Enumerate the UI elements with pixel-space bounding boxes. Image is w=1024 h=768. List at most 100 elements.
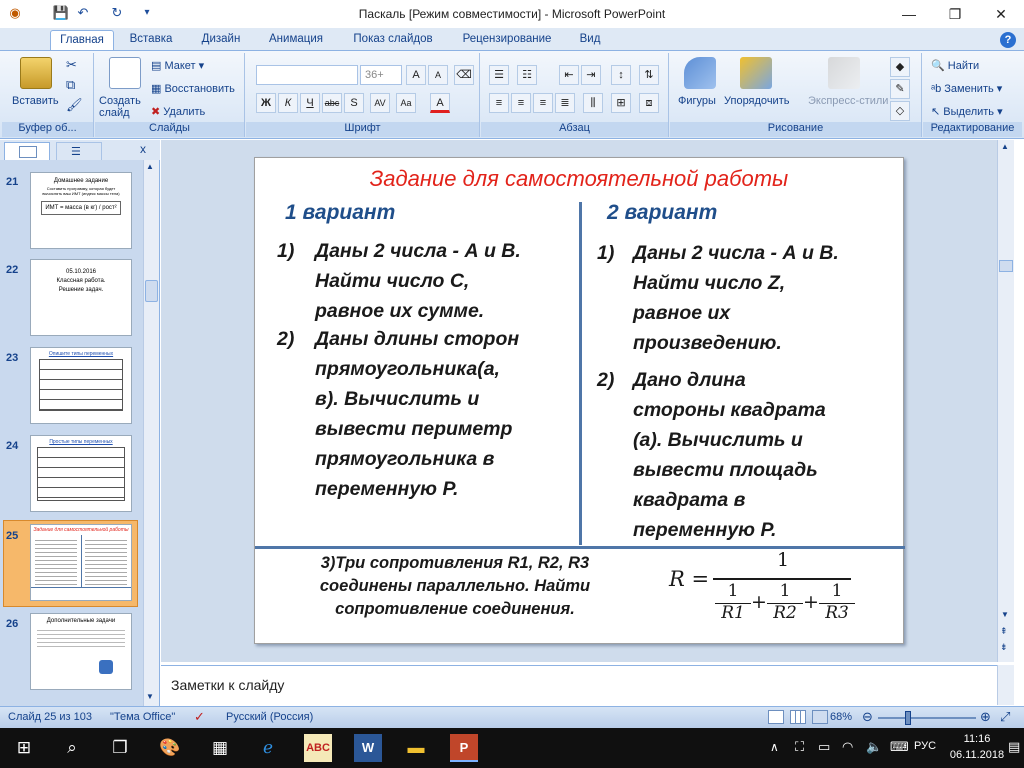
- notifications-icon[interactable]: ▤: [1008, 739, 1020, 755]
- layout-button[interactable]: ▤ Макет ▾: [151, 59, 204, 72]
- align-left-icon[interactable]: ≡: [489, 93, 509, 113]
- tab-review[interactable]: Рецензирование: [454, 30, 560, 50]
- word-icon[interactable]: W: [354, 734, 382, 762]
- align-right-icon[interactable]: ≡: [533, 93, 553, 113]
- spacing-icon[interactable]: AV: [370, 93, 390, 113]
- variant2-item-2[interactable]: 2) Дано длина стороны квадрата (а). Вычи…: [597, 365, 897, 545]
- format-painter-icon[interactable]: 🖌: [66, 97, 83, 113]
- tab-design[interactable]: Дизайн: [192, 30, 250, 50]
- tab-animation[interactable]: Анимация: [260, 30, 332, 50]
- find-button[interactable]: 🔍 Найти: [931, 59, 979, 72]
- resistance-formula[interactable]: R = 1 1 R1 + 1 R2 + 1 R3: [669, 549, 859, 631]
- thumbnail-scroll-thumb[interactable]: [145, 280, 158, 302]
- replace-button[interactable]: ᵃb Заменить ▾: [931, 82, 1002, 95]
- tab-slideshow[interactable]: Показ слайдов: [345, 30, 441, 50]
- input-language[interactable]: РУС: [914, 740, 936, 752]
- reset-button[interactable]: ▦ Восстановить: [151, 82, 235, 95]
- windows-start-icon[interactable]: ⊞: [10, 734, 38, 762]
- slide-scroll-thumb[interactable]: [999, 260, 1013, 272]
- text-direction-icon[interactable]: ⇅: [639, 65, 659, 85]
- slide-thumbnail-25[interactable]: Задание для самостоятельной работы: [30, 524, 132, 601]
- keyboard-tray-icon[interactable]: ⌨: [890, 739, 909, 755]
- normal-view-icon[interactable]: [768, 710, 784, 724]
- battery-tray-icon[interactable]: ▭: [818, 739, 830, 755]
- sorter-view-icon[interactable]: [790, 710, 806, 724]
- variant1-item-1[interactable]: 1) Даны 2 числа - А и В. Найти число С, …: [277, 236, 577, 322]
- thumbnail-scrollbar[interactable]: ▲ ▼: [143, 160, 159, 706]
- columns-icon[interactable]: ⫼: [583, 93, 603, 113]
- font-name-select[interactable]: [256, 65, 358, 85]
- slide-scrollbar[interactable]: ▲ ▼ ⇞ ⇟: [997, 140, 1014, 662]
- strikethrough-icon[interactable]: abc: [322, 93, 342, 113]
- paste-button[interactable]: Вставить: [12, 95, 59, 107]
- font-size-select[interactable]: 36+: [360, 65, 402, 85]
- notes-pane[interactable]: Заметки к слайду: [161, 665, 997, 705]
- zoom-in-icon[interactable]: ⊕: [980, 709, 991, 725]
- shapes-icon[interactable]: [684, 57, 716, 89]
- grow-font-icon[interactable]: A: [406, 65, 426, 85]
- increase-indent-icon[interactable]: ⇥: [581, 65, 601, 85]
- next-slide-icon[interactable]: ⇟: [1000, 642, 1008, 653]
- arrange-icon[interactable]: [740, 57, 772, 89]
- zoom-level[interactable]: 68%: [830, 711, 852, 723]
- search-icon[interactable]: ⌕: [58, 734, 86, 762]
- tab-view[interactable]: Вид: [572, 30, 608, 50]
- variant1-heading[interactable]: 1 вариант: [285, 201, 395, 225]
- shadow-icon[interactable]: S: [344, 93, 364, 113]
- variant2-item-1[interactable]: 1) Даны 2 числа - А и В. Найти число Z, …: [597, 238, 897, 358]
- maximize-button[interactable]: ❐: [932, 0, 978, 28]
- zoom-slider-track[interactable]: [878, 717, 976, 719]
- slideshow-view-icon[interactable]: [812, 710, 828, 724]
- shapes-button[interactable]: Фигуры: [678, 95, 716, 107]
- tab-insert[interactable]: Вставка: [122, 30, 180, 50]
- language-status[interactable]: Русский (Россия): [226, 711, 313, 723]
- zoom-out-icon[interactable]: ⊖: [862, 709, 873, 725]
- underline-icon[interactable]: Ч: [300, 93, 320, 113]
- zoom-slider-thumb[interactable]: [905, 711, 911, 725]
- help-icon[interactable]: ?: [1000, 32, 1016, 48]
- panel-close-icon[interactable]: x: [140, 142, 146, 156]
- close-button[interactable]: ✕: [978, 0, 1024, 28]
- arrange-button[interactable]: Упорядочить: [724, 95, 789, 107]
- slide-scroll-down-icon[interactable]: ▼: [1001, 610, 1009, 619]
- wifi-tray-icon[interactable]: ◠: [842, 739, 853, 755]
- variant2-heading[interactable]: 2 вариант: [607, 201, 717, 225]
- task3-text[interactable]: 3)Три сопротивления R1, R2, R3 соединены…: [285, 552, 625, 621]
- tab-home[interactable]: Главная: [50, 30, 114, 50]
- select-button[interactable]: ↖ Выделить ▾: [931, 105, 1003, 118]
- calculator-icon[interactable]: ▦: [206, 734, 234, 762]
- slides-tab[interactable]: [4, 142, 50, 160]
- outline-tab[interactable]: ☰: [56, 142, 102, 160]
- spellcheck-icon[interactable]: ✓: [194, 709, 205, 725]
- variant1-item-2[interactable]: 2) Даны длины сторон прямоугольника(а, в…: [277, 324, 577, 504]
- notes-scrollbar[interactable]: [997, 665, 1014, 705]
- minimize-button[interactable]: —: [886, 0, 932, 28]
- fit-to-window-icon[interactable]: ⤢: [1000, 709, 1010, 725]
- italic-icon[interactable]: К: [278, 93, 298, 113]
- numbering-icon[interactable]: ☷: [517, 65, 537, 85]
- spelling-app-icon[interactable]: ABC: [304, 734, 332, 762]
- copy-icon[interactable]: ⧉: [66, 77, 75, 93]
- bullets-icon[interactable]: ☰: [489, 65, 509, 85]
- slide-scroll-up-icon[interactable]: ▲: [1001, 142, 1009, 151]
- delete-slide-button[interactable]: ✖ Удалить: [151, 105, 205, 118]
- line-spacing-icon[interactable]: ↕: [611, 65, 631, 85]
- scroll-down-icon[interactable]: ▼: [146, 692, 154, 701]
- clock-time[interactable]: 11:16: [954, 733, 1000, 745]
- clock-date[interactable]: 06.11.2018: [946, 749, 1008, 761]
- smartart-icon[interactable]: ⧈: [639, 93, 659, 113]
- font-color-icon[interactable]: A: [430, 93, 450, 113]
- case-icon[interactable]: Aa: [396, 93, 416, 113]
- shape-outline-icon[interactable]: ✎: [890, 79, 910, 99]
- align-center-icon[interactable]: ≡: [511, 93, 531, 113]
- paint-icon[interactable]: 🎨: [156, 734, 184, 762]
- scroll-up-icon[interactable]: ▲: [146, 162, 154, 171]
- network-tray-icon[interactable]: ⛶: [795, 739, 804, 755]
- slide-canvas[interactable]: Задание для самостоятельной работы 1 вар…: [254, 157, 905, 644]
- slide-thumbnail-21[interactable]: Домашнее задание Составить программу, ко…: [30, 172, 132, 249]
- paste-icon[interactable]: [20, 57, 52, 89]
- tray-up-icon[interactable]: ∧: [770, 740, 779, 754]
- slide-thumbnail-22[interactable]: 05.10.2016 Классная работа. Решение зада…: [30, 259, 132, 336]
- slide-thumbnail-23[interactable]: Опишите типы переменных: [30, 347, 132, 424]
- decrease-indent-icon[interactable]: ⇤: [559, 65, 579, 85]
